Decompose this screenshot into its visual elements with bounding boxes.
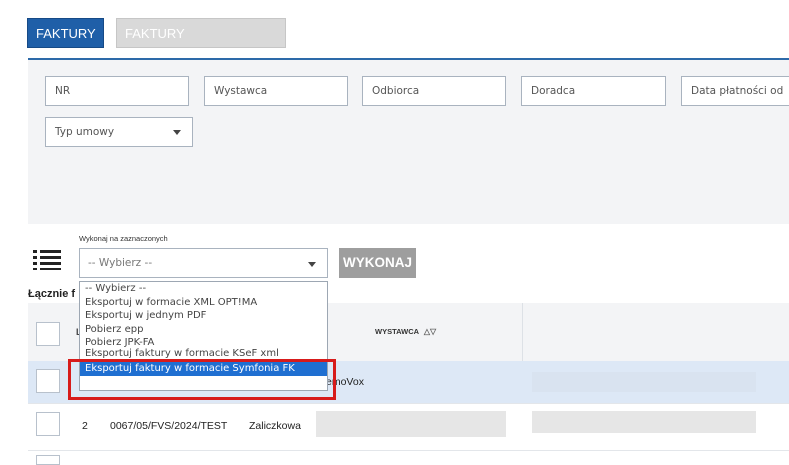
chevron-down-icon: [308, 262, 316, 267]
redacted-cell: [532, 411, 756, 433]
dropdown-option[interactable]: Eksportuj w jednym PDF: [80, 309, 327, 323]
row-divider: [28, 403, 789, 404]
dropdown-option[interactable]: Eksportuj w formacie XML OPT!MA: [80, 296, 327, 310]
bulk-action-label: Wykonaj na zaznaczonych: [79, 234, 168, 243]
tab-faktury-korygujace[interactable]: FAKTURY KORYGUJĄCE: [116, 18, 286, 71]
annotation-highlight-box: [68, 359, 336, 400]
redacted-cell: [532, 372, 756, 392]
row-nr-cell[interactable]: 0067/05/FVS/2024/TEST: [110, 420, 227, 432]
bulk-action-select[interactable]: -- Wybierz --: [79, 248, 328, 278]
odbiorca-filter-input[interactable]: Odbiorca: [362, 76, 506, 106]
tab-faktury[interactable]: FAKTURY: [27, 18, 104, 48]
column-divider: [522, 303, 523, 361]
bulk-action-select-value: -- Wybierz --: [88, 257, 153, 269]
dropdown-option[interactable]: -- Wybierz --: [80, 282, 327, 296]
row-checkbox[interactable]: [36, 369, 60, 393]
typ-umowy-select[interactable]: Typ umowy: [45, 117, 193, 147]
select-all-checkbox[interactable]: [36, 322, 60, 346]
wystawca-filter-input[interactable]: Wystawca: [204, 76, 348, 106]
wystawca-header-label: WYSTAWCA: [375, 327, 419, 336]
row-checkbox[interactable]: [36, 412, 60, 436]
sort-icon[interactable]: △▽: [424, 327, 436, 336]
doradca-filter-input[interactable]: Doradca: [521, 76, 666, 106]
row-lp-cell: 2: [82, 420, 88, 432]
chevron-down-icon: [173, 130, 181, 135]
redacted-cell: [316, 411, 506, 437]
row-checkbox[interactable]: [36, 455, 60, 465]
total-count-label: Łącznie f: [28, 288, 76, 300]
list-icon[interactable]: [33, 250, 61, 270]
row-divider: [28, 450, 789, 451]
nr-filter-input[interactable]: NR: [45, 76, 189, 106]
wystawca-column-header[interactable]: WYSTAWCA △▽: [375, 327, 436, 336]
row-typ-cell: Zaliczkowa: [249, 420, 301, 432]
data-platnosci-filter-input[interactable]: Data płatności od: [681, 76, 789, 106]
typ-umowy-label: Typ umowy: [55, 126, 115, 138]
execute-button[interactable]: WYKONAJ: [339, 248, 416, 278]
dropdown-option[interactable]: Pobierz epp: [80, 323, 327, 337]
